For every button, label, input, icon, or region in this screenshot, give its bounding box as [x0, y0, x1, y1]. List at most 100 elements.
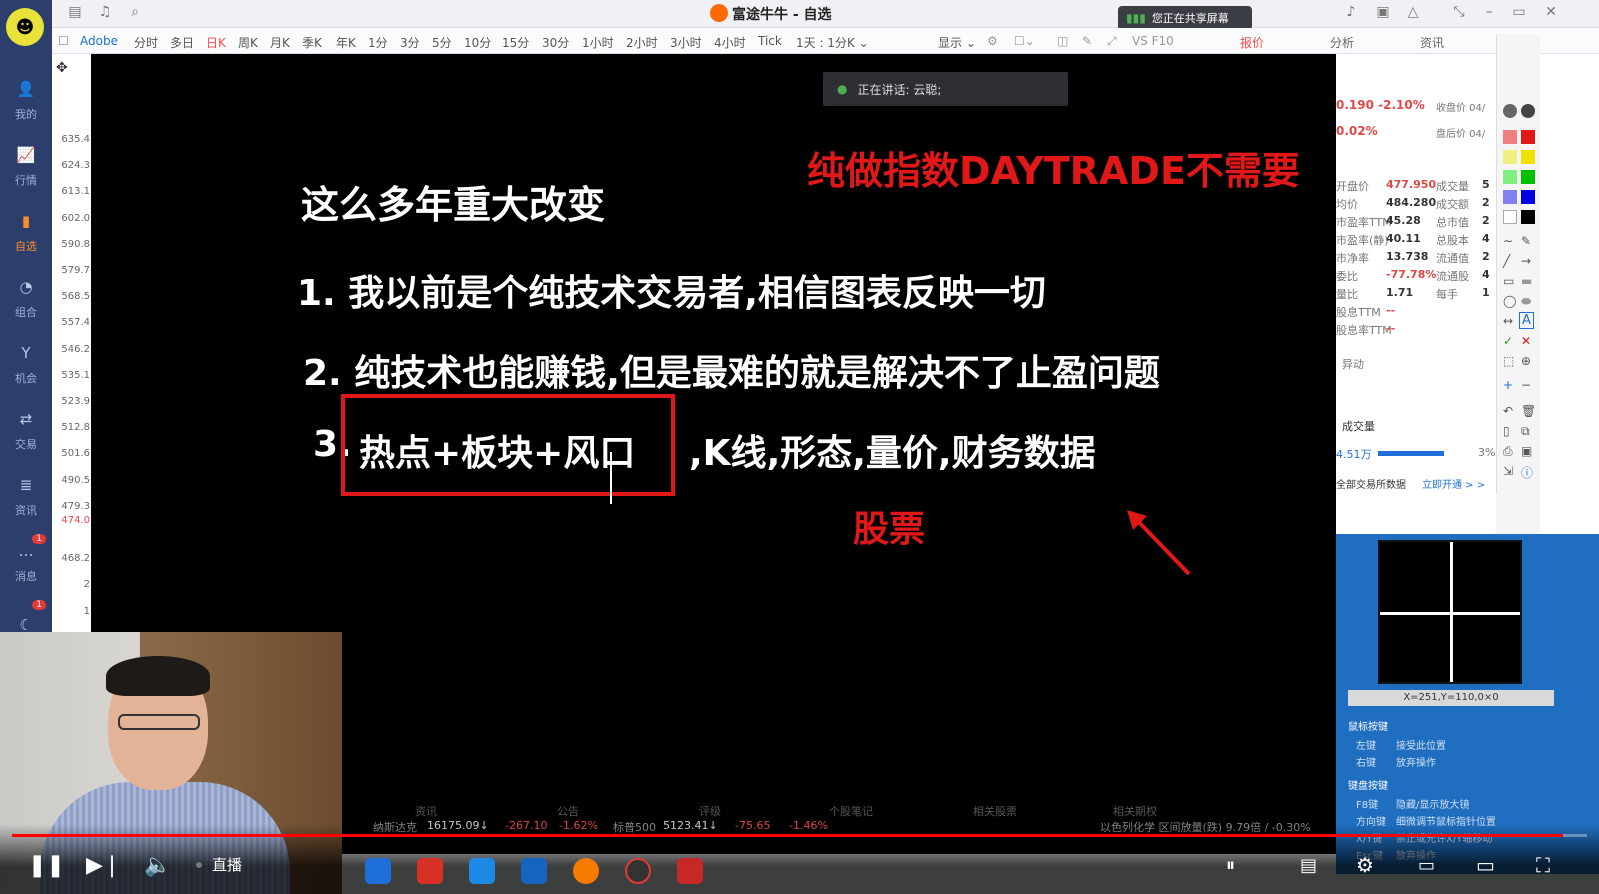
next-icon[interactable]: ▶❘	[86, 850, 121, 880]
app-icon-7[interactable]	[677, 858, 703, 884]
period-tab[interactable]: 1天 : 1分K ⌄	[796, 34, 869, 51]
sidebar-item-6[interactable]: ≣ 资讯	[0, 462, 52, 528]
sidebar-item-3[interactable]: ◔ 组合	[0, 264, 52, 330]
select-icon[interactable]: ⬚	[1503, 354, 1514, 368]
activate-link[interactable]: 立即开通 > >	[1422, 476, 1485, 491]
period-tab[interactable]: 月K	[270, 34, 290, 51]
layout-icon[interactable]: ☐⌄	[1014, 34, 1035, 48]
menu-icon[interactable]: ▤	[66, 4, 84, 22]
fullscreen-video-icon[interactable]: ⛶	[1536, 850, 1550, 880]
sidebar-item-5[interactable]: ⇄ 交易	[0, 396, 52, 462]
live-indicator[interactable]: 直播	[196, 854, 242, 875]
app-icon-1[interactable]	[365, 858, 391, 884]
autoplay-toggle-icon[interactable]: ⏸	[1226, 850, 1235, 880]
settings-gear-icon[interactable]: ⚙	[1356, 850, 1374, 880]
gift-icon[interactable]: ▣	[1374, 4, 1392, 22]
color-blue[interactable]	[1521, 190, 1535, 204]
arrow-tool-icon[interactable]: →	[1521, 254, 1531, 268]
volume-icon[interactable]: 🔈	[144, 850, 171, 880]
sidebar-item-0[interactable]: 👤 我的	[0, 66, 52, 132]
period-tab[interactable]: 分时	[134, 34, 158, 51]
app-icon-5[interactable]	[573, 858, 599, 884]
progress-bar[interactable]	[12, 834, 1587, 837]
search-icon[interactable]: ⌕	[126, 4, 144, 22]
color-light-green[interactable]	[1503, 170, 1517, 184]
period-tab[interactable]: 多日	[170, 34, 194, 51]
headset-icon[interactable]: ♪	[1342, 4, 1360, 22]
filled-rect-icon[interactable]: ▬	[1521, 274, 1532, 288]
export-icon[interactable]: ⇲	[1503, 464, 1513, 478]
period-tab[interactable]: 1分	[368, 34, 388, 51]
double-arrow-icon[interactable]: ↔	[1503, 314, 1513, 328]
symbol-label[interactable]: Adobe	[80, 34, 118, 48]
period-tab[interactable]: 日K	[206, 34, 226, 51]
display-dropdown[interactable]: 显示 ⌄	[938, 34, 976, 51]
sidebar-item-1[interactable]: 📈 行情	[0, 132, 52, 198]
sidebar-item-7[interactable]: … 消息 1	[0, 528, 52, 594]
collapse-icon[interactable]: ⤡	[1450, 4, 1468, 22]
period-tab[interactable]: 2小时	[626, 34, 658, 51]
color-pink[interactable]	[1503, 130, 1517, 144]
line-icon[interactable]: ╱	[1503, 254, 1510, 268]
subtitles-icon[interactable]: ▤	[1300, 850, 1317, 880]
period-tab[interactable]: 15分	[502, 34, 529, 51]
period-tab[interactable]: 1小时	[582, 34, 614, 51]
dot-small-icon[interactable]	[1503, 104, 1517, 118]
text-tool-icon[interactable]: A	[1519, 312, 1534, 329]
period-tab[interactable]: 3小时	[670, 34, 702, 51]
maximize-icon[interactable]: ▭	[1510, 4, 1528, 22]
tab-news[interactable]: 资讯	[1420, 34, 1444, 51]
trash-icon[interactable]: 🗑	[1521, 404, 1536, 418]
abnormal-label[interactable]: 异动	[1342, 356, 1364, 372]
dot-large-icon[interactable]	[1521, 104, 1535, 118]
app-icon-2[interactable]	[417, 858, 443, 884]
screen-share-notice[interactable]: ▮▮▮ 您正在共享屏幕	[1118, 6, 1252, 30]
app-icon-4[interactable]	[521, 858, 547, 884]
fullscreen-icon[interactable]: ⤢	[1107, 34, 1117, 49]
pen-icon[interactable]: ✎	[1082, 34, 1092, 48]
shirt-icon[interactable]: △	[1404, 4, 1422, 22]
bell-icon[interactable]: ♫	[96, 4, 114, 22]
minimize-icon[interactable]: –	[1480, 4, 1498, 22]
close-icon[interactable]: ✕	[1542, 4, 1560, 22]
save-icon[interactable]: ▣	[1521, 444, 1532, 458]
filled-ellipse-icon[interactable]: ⬬	[1521, 294, 1531, 309]
cancel-icon[interactable]: ✕	[1521, 334, 1531, 348]
color-yellow[interactable]	[1521, 150, 1535, 164]
checkbox-icon[interactable]: ☐	[58, 34, 69, 48]
move-icon[interactable]: ✥	[56, 60, 90, 76]
pause-icon[interactable]: ❚❚	[28, 850, 65, 880]
period-tab[interactable]: 30分	[542, 34, 569, 51]
color-red[interactable]	[1521, 130, 1535, 144]
color-white[interactable]	[1503, 210, 1517, 224]
period-tab[interactable]: 年K	[336, 34, 356, 51]
color-light-yellow[interactable]	[1503, 150, 1517, 164]
app-icon-3[interactable]	[469, 858, 495, 884]
sidebar-item-4[interactable]: Y 机会	[0, 330, 52, 396]
print-icon[interactable]: ⎙	[1503, 444, 1513, 459]
ellipse-icon[interactable]: ◯	[1503, 294, 1516, 308]
app-icon-6[interactable]	[625, 858, 651, 884]
period-tab[interactable]: 周K	[238, 34, 258, 51]
plus-icon[interactable]: +	[1503, 378, 1513, 392]
color-light-blue[interactable]	[1503, 190, 1517, 204]
tab-quote[interactable]: 报价	[1240, 34, 1264, 51]
check-icon[interactable]: ✓	[1503, 334, 1513, 348]
zoom-icon[interactable]: ⊕	[1521, 354, 1531, 368]
theater-mode-icon[interactable]: ▭	[1476, 850, 1495, 880]
period-tab[interactable]: 10分	[464, 34, 491, 51]
minus-icon[interactable]: −	[1521, 378, 1531, 392]
period-tab[interactable]: 季K	[302, 34, 322, 51]
sidebar-item-2[interactable]: ▮ 自选	[0, 198, 52, 264]
color-black[interactable]	[1521, 210, 1535, 224]
new-icon[interactable]: ▯	[1503, 424, 1510, 438]
copy-icon[interactable]: ⧉	[1521, 424, 1530, 439]
camera-icon[interactable]: ◫	[1057, 34, 1068, 48]
period-tab[interactable]: 3分	[400, 34, 420, 51]
period-tab[interactable]: Tick	[758, 34, 782, 48]
settings-icon[interactable]: ⚙	[987, 34, 998, 48]
vs-f10-button[interactable]: VS F10	[1132, 34, 1174, 48]
curve-icon[interactable]: ∼	[1503, 234, 1513, 248]
miniplayer-icon[interactable]: ▭	[1418, 850, 1435, 880]
avatar[interactable]: ☻	[6, 8, 44, 46]
